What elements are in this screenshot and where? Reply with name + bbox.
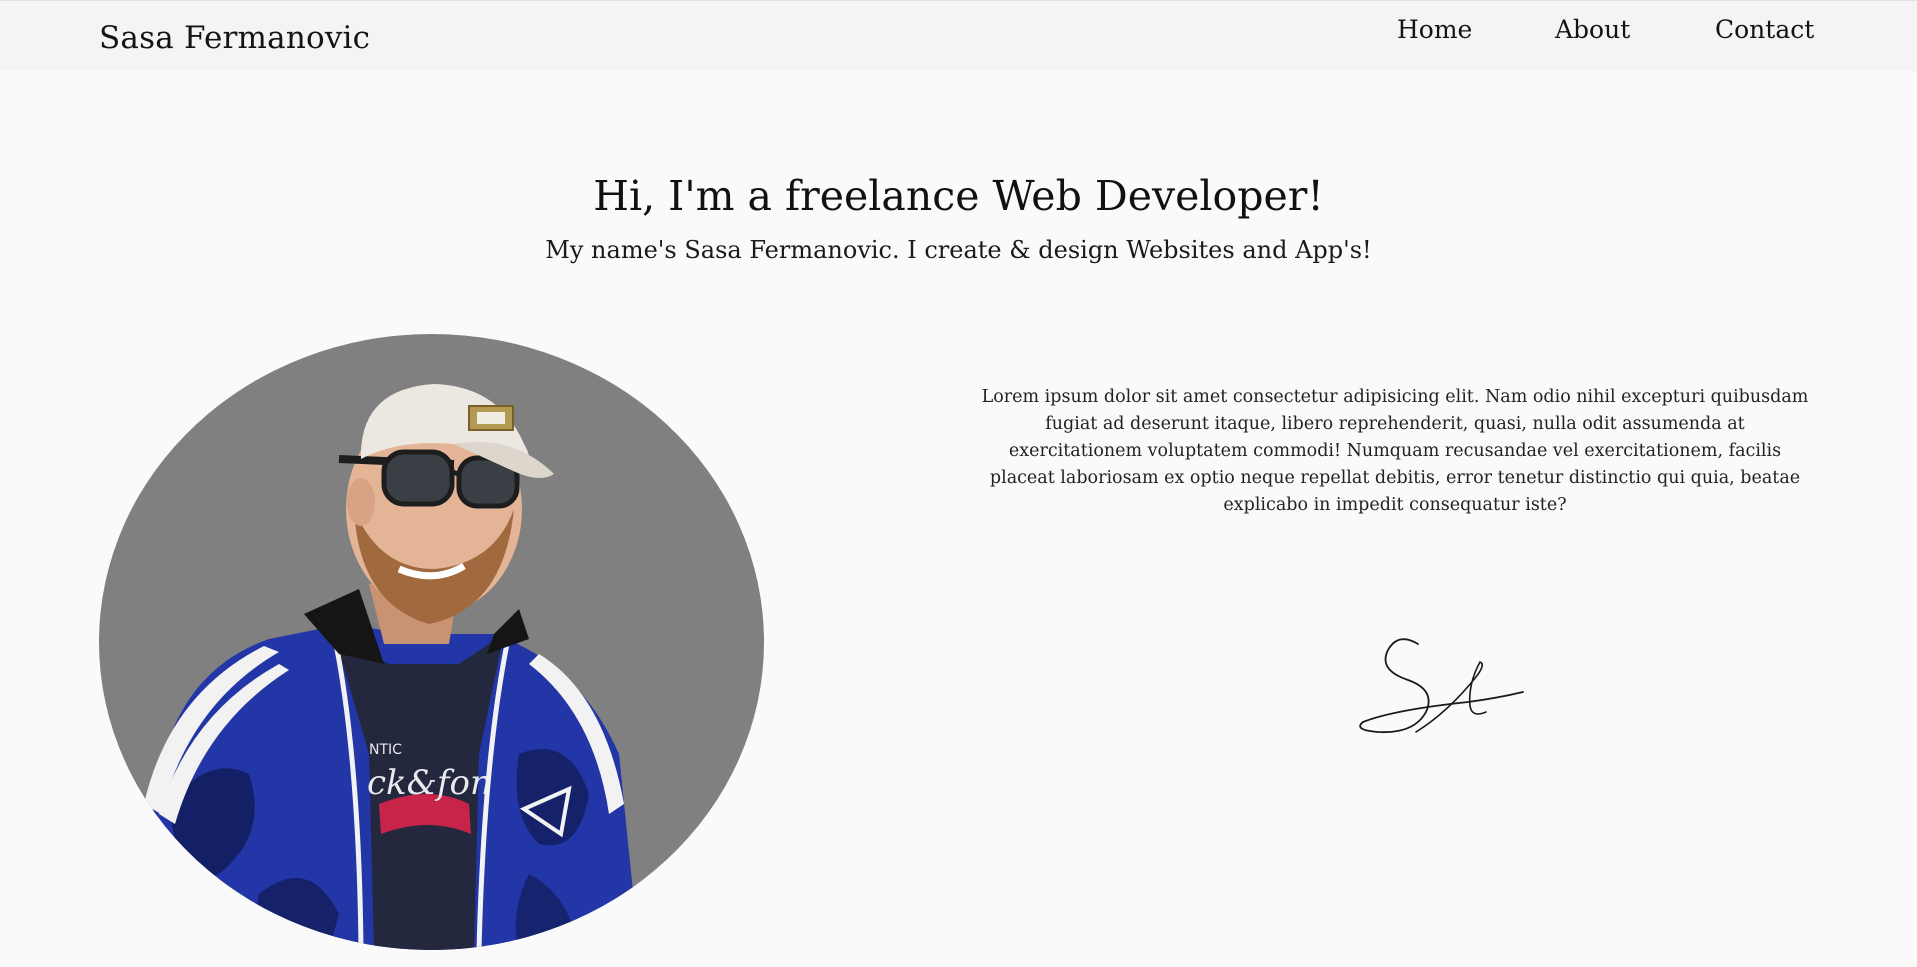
nav-contact-link[interactable]: Contact	[1715, 13, 1814, 47]
nav-about-link[interactable]: About	[1555, 13, 1630, 47]
navbar: Sasa Fermanovic Home About Contact	[0, 0, 1917, 71]
signature-icon	[1359, 638, 1524, 734]
site-brand[interactable]: Sasa Fermanovic	[99, 18, 370, 58]
signature-image	[1348, 622, 1528, 742]
portrait-photo: ck&fon NTIC	[99, 334, 764, 950]
svg-text:NTIC: NTIC	[369, 742, 402, 758]
portrait-illustration: ck&fon NTIC	[139, 384, 639, 950]
bio-text: Lorem ipsum dolor sit amet consectetur a…	[981, 387, 1809, 515]
hero-subtitle: My name's Sasa Fermanovic. I create & de…	[545, 236, 1372, 264]
svg-text:ck&fon: ck&fon	[367, 763, 492, 803]
nav-home-link[interactable]: Home	[1397, 13, 1472, 47]
hero-title: Hi, I'm a freelance Web Developer!	[593, 172, 1324, 220]
